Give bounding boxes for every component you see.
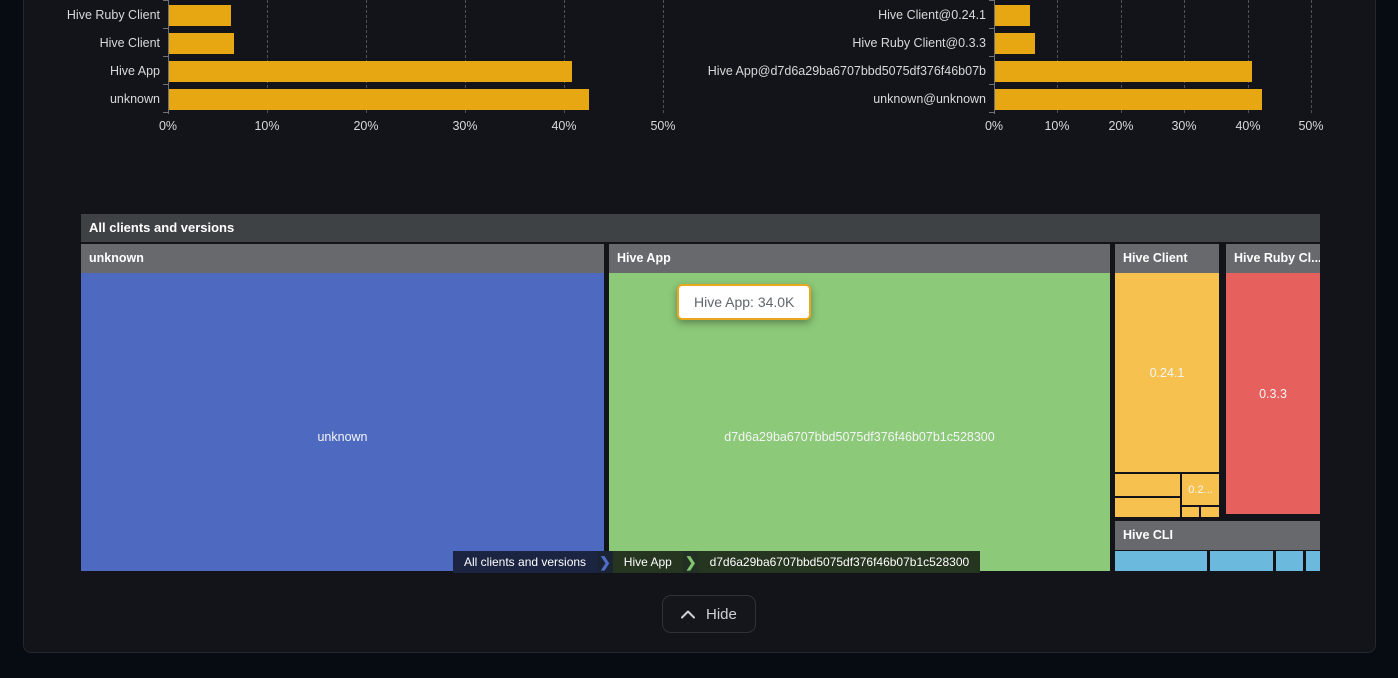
- treemap-cell-label: d7d6a29ba6707bbd5075df376f46b07b1c528300: [724, 430, 994, 444]
- x-tick: 40%: [534, 119, 594, 133]
- chart-tooltip: Hive App: 34.0K: [677, 284, 811, 320]
- treemap-cell-label: 0.24.1: [1150, 366, 1185, 380]
- treemap-cell-label: 0.2...: [1188, 484, 1212, 496]
- x-tick: 10%: [1027, 119, 1087, 133]
- x-tick: 0%: [964, 119, 1024, 133]
- x-tick: 50%: [1281, 119, 1341, 133]
- x-tick: 10%: [237, 119, 297, 133]
- treemap-section-header-unknown[interactable]: unknown: [81, 244, 604, 273]
- x-tick: 20%: [1091, 119, 1151, 133]
- bar-hive-ruby-033[interactable]: [995, 33, 1035, 54]
- treemap-cell-hive-client-minor[interactable]: [1115, 498, 1180, 517]
- treemap-section-header-hive-cli[interactable]: Hive CLI: [1115, 521, 1320, 550]
- treemap-cell-hive-client-minor[interactable]: [1182, 507, 1199, 517]
- x-tick: 0%: [138, 119, 198, 133]
- treemap-cell-hive-cli-0230b[interactable]: 0.23.0: [1210, 551, 1273, 571]
- breadcrumb-item-hive-app[interactable]: Hive App: [613, 551, 683, 573]
- category-label: Hive Ruby Client: [10, 7, 160, 23]
- category-label: Hive App@d7d6a29ba6707bbd5075df376f46b07…: [600, 63, 986, 79]
- breadcrumb-item-root[interactable]: All clients and versions: [453, 551, 597, 573]
- bar-unknown-unknown[interactable]: [995, 89, 1262, 110]
- x-tick: 30%: [1154, 119, 1214, 133]
- treemap-section-header-hive-app[interactable]: Hive App: [609, 244, 1110, 273]
- category-label: Hive Client: [10, 35, 160, 51]
- chevron-up-icon: [681, 610, 695, 619]
- treemap-cell-hive-cli-minor[interactable]: [1306, 551, 1320, 571]
- treemap-cell-unknown[interactable]: unknown: [81, 273, 604, 571]
- gridline: [1311, 0, 1312, 113]
- treemap-cell-label: 0.3.3: [1259, 387, 1287, 401]
- treemap-cell-hive-client-minor[interactable]: [1115, 474, 1180, 496]
- bar-unknown[interactable]: [169, 89, 589, 110]
- category-label: unknown: [10, 91, 160, 107]
- x-tick: 20%: [336, 119, 396, 133]
- dashboard-page: Hive Ruby Client Hive Client Hive App un…: [0, 0, 1398, 678]
- category-label: Hive Client@0.24.1: [600, 7, 986, 23]
- breadcrumb-item-hash[interactable]: d7d6a29ba6707bbd5075df376f46b07b1c528300: [699, 551, 981, 573]
- treemap-cell-label: 0.: [1284, 569, 1294, 571]
- treemap-section-header-hive-ruby-client[interactable]: Hive Ruby Cl...: [1226, 244, 1320, 273]
- hide-button[interactable]: Hide: [662, 595, 756, 633]
- treemap-cell-hive-cli-0x[interactable]: 0.: [1276, 551, 1303, 571]
- treemap-cell-hive-client-minor[interactable]: [1201, 507, 1219, 517]
- breadcrumb-chevron-icon: ❯: [597, 551, 613, 573]
- bar-hive-client-0241[interactable]: [995, 5, 1030, 26]
- x-tick: 50%: [633, 119, 693, 133]
- x-tick: 30%: [435, 119, 495, 133]
- treemap-cell-label: 0.23.0: [1144, 569, 1179, 571]
- treemap-section-header-hive-client[interactable]: Hive Client: [1115, 244, 1219, 273]
- treemap-cell-hive-client-02x[interactable]: 0.2...: [1182, 474, 1219, 505]
- bar-hive-app-hash[interactable]: [995, 61, 1252, 82]
- category-label: unknown@unknown: [600, 91, 986, 107]
- treemap-breadcrumb: All clients and versions ❯ Hive App ❯ d7…: [453, 551, 980, 573]
- treemap-clients-versions: All clients and versions unknown unknown…: [81, 214, 1320, 571]
- bar-hive-client[interactable]: [169, 33, 234, 54]
- bar-hive-ruby-client[interactable]: [169, 5, 231, 26]
- category-label: Hive Ruby Client@0.3.3: [600, 35, 986, 51]
- treemap-cell-hive-ruby-033[interactable]: 0.3.3: [1226, 273, 1320, 514]
- treemap-cell-hive-client-0241[interactable]: 0.24.1: [1115, 273, 1219, 472]
- treemap-root-header[interactable]: All clients and versions: [81, 214, 1320, 242]
- breadcrumb-chevron-icon: ❯: [683, 551, 699, 573]
- category-label: Hive App: [10, 63, 160, 79]
- hide-button-label: Hide: [706, 606, 737, 623]
- treemap-cell-label: 0.23.0: [1224, 569, 1259, 571]
- bar-hive-app[interactable]: [169, 61, 572, 82]
- x-tick: 40%: [1218, 119, 1278, 133]
- treemap-cell-label: unknown: [317, 430, 367, 444]
- treemap-cell-hive-cli-0230a[interactable]: 0.23.0: [1115, 551, 1207, 571]
